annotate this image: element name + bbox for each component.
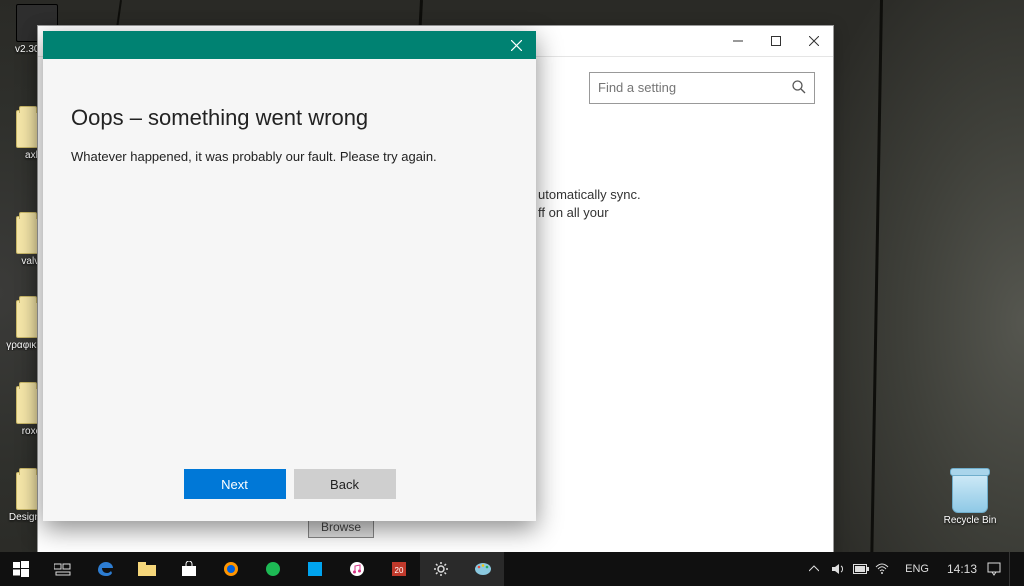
app-icon bbox=[265, 561, 281, 577]
search-icon bbox=[791, 79, 807, 95]
taskbar-item-firefox[interactable] bbox=[210, 552, 252, 586]
show-desktop-button[interactable] bbox=[1009, 552, 1016, 586]
taskbar-item-itunes[interactable] bbox=[336, 552, 378, 586]
settings-body-line: ff on all your bbox=[538, 204, 641, 222]
store-icon bbox=[181, 561, 197, 577]
next-button[interactable]: Next bbox=[184, 469, 286, 499]
taskbar-item-explorer[interactable] bbox=[126, 552, 168, 586]
minimize-button[interactable] bbox=[719, 26, 757, 56]
settings-search[interactable] bbox=[589, 72, 815, 104]
task-view-button[interactable] bbox=[42, 552, 84, 586]
close-icon bbox=[809, 36, 819, 46]
settings-body-line: utomatically sync. bbox=[538, 186, 641, 204]
notification-icon bbox=[987, 562, 1001, 576]
folder-icon bbox=[138, 562, 156, 576]
start-button[interactable] bbox=[0, 552, 42, 586]
taskbar-item-app2[interactable] bbox=[294, 552, 336, 586]
recycle-bin[interactable]: Recycle Bin bbox=[938, 473, 1002, 526]
recycle-bin-icon bbox=[952, 473, 988, 513]
taskbar: 20 ENG 14:13 bbox=[0, 552, 1024, 586]
svg-text:20: 20 bbox=[395, 566, 404, 575]
settings-search-input[interactable] bbox=[590, 73, 792, 101]
taskbar-item-store[interactable] bbox=[168, 552, 210, 586]
paint-icon bbox=[474, 562, 492, 576]
windows-icon bbox=[13, 561, 29, 577]
close-icon bbox=[511, 40, 522, 51]
tray-notifications[interactable] bbox=[987, 562, 1009, 576]
dialog-close-button[interactable] bbox=[496, 31, 536, 59]
taskbar-item-app3[interactable]: 20 bbox=[378, 552, 420, 586]
firefox-icon bbox=[223, 561, 239, 577]
error-dialog: Oops – something went wrong Whatever hap… bbox=[43, 31, 536, 521]
battery-icon bbox=[853, 564, 869, 574]
tray-language[interactable]: ENG bbox=[897, 563, 937, 575]
chevron-up-icon bbox=[809, 564, 819, 574]
tray-volume[interactable] bbox=[831, 563, 853, 575]
gear-icon bbox=[433, 561, 449, 577]
tray-clock[interactable]: 14:13 bbox=[937, 562, 987, 576]
tray-wifi[interactable] bbox=[875, 563, 897, 575]
taskbar-item-paint[interactable] bbox=[462, 552, 504, 586]
back-button-dialog[interactable]: Back bbox=[294, 469, 396, 499]
volume-icon bbox=[831, 563, 845, 575]
wifi-icon bbox=[875, 563, 889, 575]
settings-body-text: utomatically sync. ff on all your bbox=[538, 186, 641, 222]
edge-icon bbox=[96, 560, 114, 578]
music-icon bbox=[349, 561, 365, 577]
tray-battery[interactable] bbox=[853, 564, 875, 574]
taskbar-item-settings[interactable] bbox=[420, 552, 462, 586]
maximize-icon bbox=[771, 36, 781, 46]
taskbar-item-edge[interactable] bbox=[84, 552, 126, 586]
app-icon: 20 bbox=[391, 561, 407, 577]
recycle-bin-label: Recycle Bin bbox=[938, 515, 1002, 526]
minimize-icon bbox=[733, 36, 743, 46]
maximize-button[interactable] bbox=[757, 26, 795, 56]
taskbar-item-app1[interactable] bbox=[252, 552, 294, 586]
tray-chevron-up[interactable] bbox=[809, 564, 831, 574]
error-heading: Oops – something went wrong bbox=[71, 105, 508, 131]
close-button[interactable] bbox=[795, 26, 833, 56]
task-view-icon bbox=[54, 562, 72, 576]
error-body: Whatever happened, it was probably our f… bbox=[71, 149, 508, 164]
system-tray: ENG 14:13 bbox=[809, 552, 1024, 586]
app-icon bbox=[307, 561, 323, 577]
error-dialog-titlebar bbox=[43, 31, 536, 59]
